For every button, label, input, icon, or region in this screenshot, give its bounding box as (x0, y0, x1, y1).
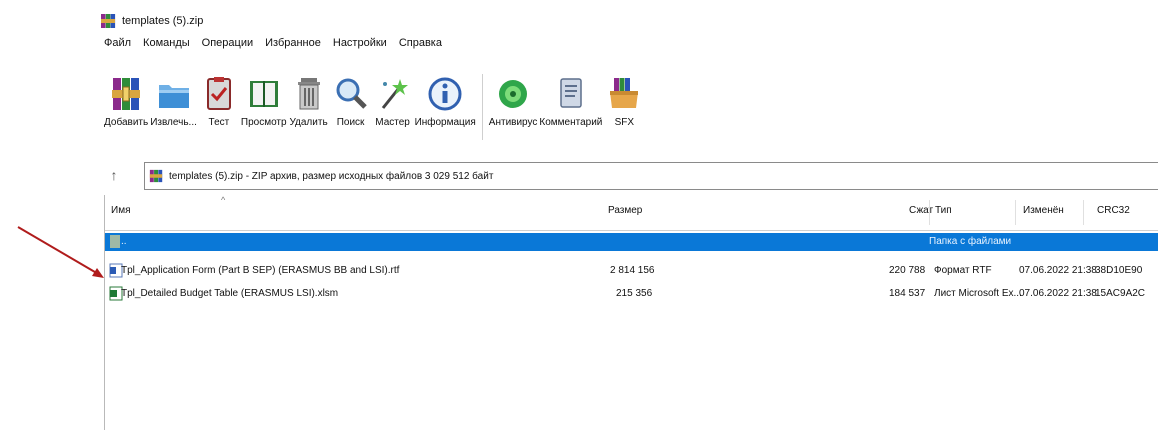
column-crc[interactable]: CRC32 (1097, 205, 1130, 216)
winrar-app-icon (101, 14, 116, 28)
row-name: Tpl_Application Form (Part B SEP) (ERASM… (121, 265, 400, 276)
menu-favorites[interactable]: Избранное (265, 37, 321, 49)
address-text: templates (5).zip - ZIP архив, размер ис… (169, 170, 494, 182)
column-header-row: ^ Имя Размер Сжат Тип Изменён CRC32 (105, 195, 1158, 231)
window-title: templates (5).zip (122, 15, 204, 27)
file-list: ^ Имя Размер Сжат Тип Изменён CRC32 .. П… (104, 195, 1158, 430)
row-size: 2 814 156 (610, 265, 655, 276)
row-type: Папка с файлами (929, 236, 1012, 247)
column-size[interactable]: Размер (608, 205, 642, 216)
antivirus-icon (499, 80, 528, 108)
add-button-label: Добавить (104, 117, 149, 128)
menu-help[interactable]: Справка (399, 37, 442, 49)
row-type: Лист Microsoft Ex... (934, 288, 1022, 299)
test-button-label: Тест (208, 117, 230, 128)
table-row[interactable]: Tpl_Detailed Budget Table (ERASMUS LSI).… (105, 285, 1158, 303)
wizard-button[interactable]: Мастер (373, 74, 413, 128)
view-button[interactable]: Просмотр (241, 74, 287, 128)
toolbar-separator (481, 74, 483, 140)
delete-trash-icon (297, 78, 320, 110)
row-name: Tpl_Detailed Budget Table (ERASMUS LSI).… (121, 288, 339, 299)
menu-bar: Файл Команды Операции Избранное Настройк… (104, 32, 442, 54)
wizard-wand-icon (381, 79, 408, 109)
comment-button-label: Комментарий (539, 117, 603, 128)
menu-file[interactable]: Файл (104, 37, 131, 49)
row-packed: 184 537 (889, 288, 926, 299)
table-row[interactable]: Tpl_Application Form (Part B SEP) (ERASM… (105, 262, 1158, 280)
table-row-parent[interactable]: .. Папка с файлами (105, 233, 1158, 251)
title-bar: templates (5).zip (100, 10, 203, 32)
row-name: .. (121, 236, 127, 247)
extract-button-label: Извлечь... (150, 117, 197, 128)
comment-button[interactable]: Комментарий (539, 74, 602, 128)
add-archive-icon (112, 78, 141, 110)
sort-caret-icon: ^ (221, 195, 226, 205)
column-type[interactable]: Тип (935, 205, 952, 216)
toolbar: Добавить Извлечь... Тест Просмотр Удалит… (104, 74, 646, 154)
sfx-button-label: SFX (614, 117, 635, 128)
row-size: 215 356 (616, 288, 653, 299)
row-modified: 07.06.2022 21:38 (1019, 288, 1097, 299)
view-button-label: Просмотр (240, 117, 287, 128)
sfx-box-icon (610, 78, 639, 108)
column-divider[interactable] (929, 200, 930, 225)
row-packed: 220 788 (889, 265, 926, 276)
column-divider[interactable] (1015, 200, 1016, 225)
column-name[interactable]: Имя (111, 205, 130, 216)
zip-archive-icon (149, 169, 163, 183)
delete-button[interactable]: Удалить (289, 74, 329, 128)
sfx-button[interactable]: SFX (604, 74, 644, 128)
find-magnifier-icon (336, 78, 367, 109)
find-button-label: Поиск (336, 117, 365, 128)
extract-folder-icon (158, 85, 189, 108)
address-row: ↑ templates (5).zip - ZIP архив, размер … (104, 162, 1158, 190)
column-divider[interactable] (1083, 200, 1084, 225)
comment-icon (560, 78, 582, 108)
info-button[interactable]: Информация (415, 74, 476, 128)
menu-commands[interactable]: Команды (143, 37, 190, 49)
add-button[interactable]: Добавить (104, 74, 148, 128)
row-modified: 07.06.2022 21:38 (1019, 265, 1097, 276)
column-modified[interactable]: Изменён (1023, 205, 1064, 216)
row-crc: 38D10E90 (1095, 265, 1143, 276)
antivirus-button-label: Антивирус (488, 117, 538, 128)
menu-settings[interactable]: Настройки (333, 37, 387, 49)
find-button[interactable]: Поиск (331, 74, 371, 128)
info-button-label: Информация (414, 117, 476, 128)
extract-button[interactable]: Извлечь... (150, 74, 197, 128)
row-crc: 15AC9A2C (1095, 288, 1146, 299)
test-button[interactable]: Тест (199, 74, 239, 128)
antivirus-button[interactable]: Антивирус (488, 74, 538, 128)
row-type: Формат RTF (934, 265, 992, 276)
wizard-button-label: Мастер (375, 117, 410, 128)
view-book-icon (249, 81, 278, 107)
delete-button-label: Удалить (289, 117, 328, 128)
menu-operations[interactable]: Операции (202, 37, 253, 49)
test-clipboard-icon (206, 77, 231, 110)
up-arrow-icon[interactable]: ↑ (104, 165, 124, 185)
info-icon (428, 77, 462, 111)
address-bar[interactable]: templates (5).zip - ZIP архив, размер ис… (144, 162, 1158, 190)
